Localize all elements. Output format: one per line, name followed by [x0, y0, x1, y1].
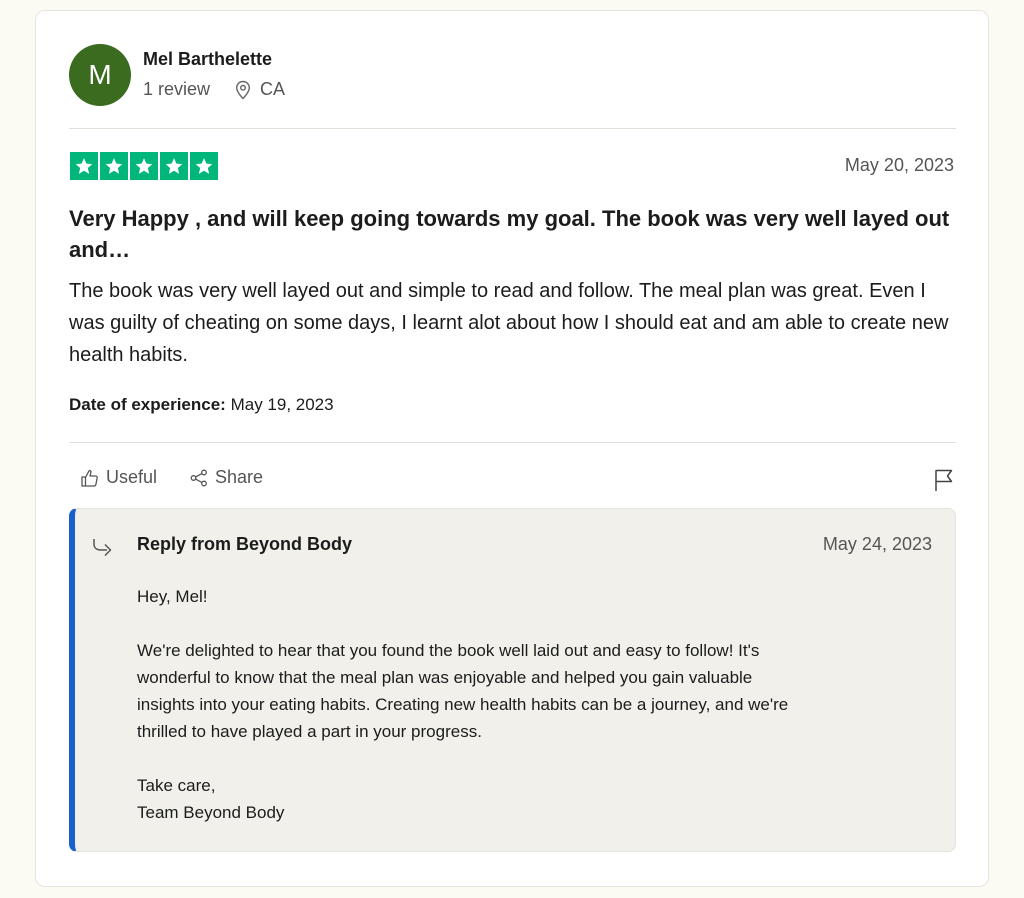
report-flag-button[interactable] — [933, 468, 955, 497]
reply-title: Reply from Beyond Body — [137, 534, 353, 554]
company-reply: Reply from Beyond Body May 24, 2023 Hey,… — [69, 508, 956, 852]
review-title[interactable]: Very Happy , and will keep going towards… — [69, 203, 959, 265]
consumer-location: CA — [234, 79, 285, 100]
reply-arrow-icon — [93, 539, 112, 557]
date-of-experience: Date of experience: May 19, 2023 — [69, 395, 334, 415]
useful-button[interactable]: Useful — [80, 467, 157, 488]
avatar[interactable]: M — [69, 44, 131, 106]
useful-label: Useful — [106, 467, 158, 487]
experience-label: Date of experience: — [69, 395, 226, 414]
reply-line: We're delighted to hear that you found t… — [137, 641, 760, 660]
reply-text: Hey, Mel! We're delighted to hear that y… — [137, 583, 937, 826]
reply-line: wonderful to know that the meal plan was… — [137, 668, 753, 687]
experience-date: May 19, 2023 — [230, 395, 334, 414]
star-icon — [190, 152, 218, 180]
consumer-meta: 1 review CA — [143, 79, 285, 100]
review-card: M Mel Barthelette 1 review CA May 20, 20… — [35, 10, 989, 887]
reply-date: May 24, 2023 — [822, 534, 932, 554]
review-count: 1 review — [143, 79, 211, 99]
share-button[interactable]: Share — [189, 467, 263, 488]
reply-line: insights into your eating habits. Creati… — [137, 695, 789, 714]
reply-signature: Team Beyond Body — [137, 803, 285, 822]
review-body: The book was very well layed out and sim… — [69, 280, 949, 366]
star-icon — [100, 152, 128, 180]
share-label: Share — [215, 467, 264, 487]
reply-greeting: Hey, Mel! — [137, 587, 208, 606]
star-icon — [130, 152, 158, 180]
star-icon — [160, 152, 188, 180]
share-icon — [190, 469, 207, 486]
review-actions: Useful Share — [80, 467, 295, 488]
review-date: May 20, 2023 — [844, 155, 954, 175]
star-rating — [70, 152, 218, 180]
reply-signoff: Take care, — [137, 776, 216, 795]
consumer-name[interactable]: Mel Barthelette — [143, 49, 272, 70]
header-divider — [69, 128, 956, 129]
location-pin-icon — [236, 80, 251, 99]
star-icon — [70, 152, 98, 180]
thumbs-up-icon — [81, 469, 98, 487]
location-text: CA — [260, 79, 286, 99]
reply-line: thrilled to have played a part in your p… — [137, 722, 482, 741]
actions-divider — [69, 442, 956, 443]
flag-icon — [935, 469, 953, 491]
